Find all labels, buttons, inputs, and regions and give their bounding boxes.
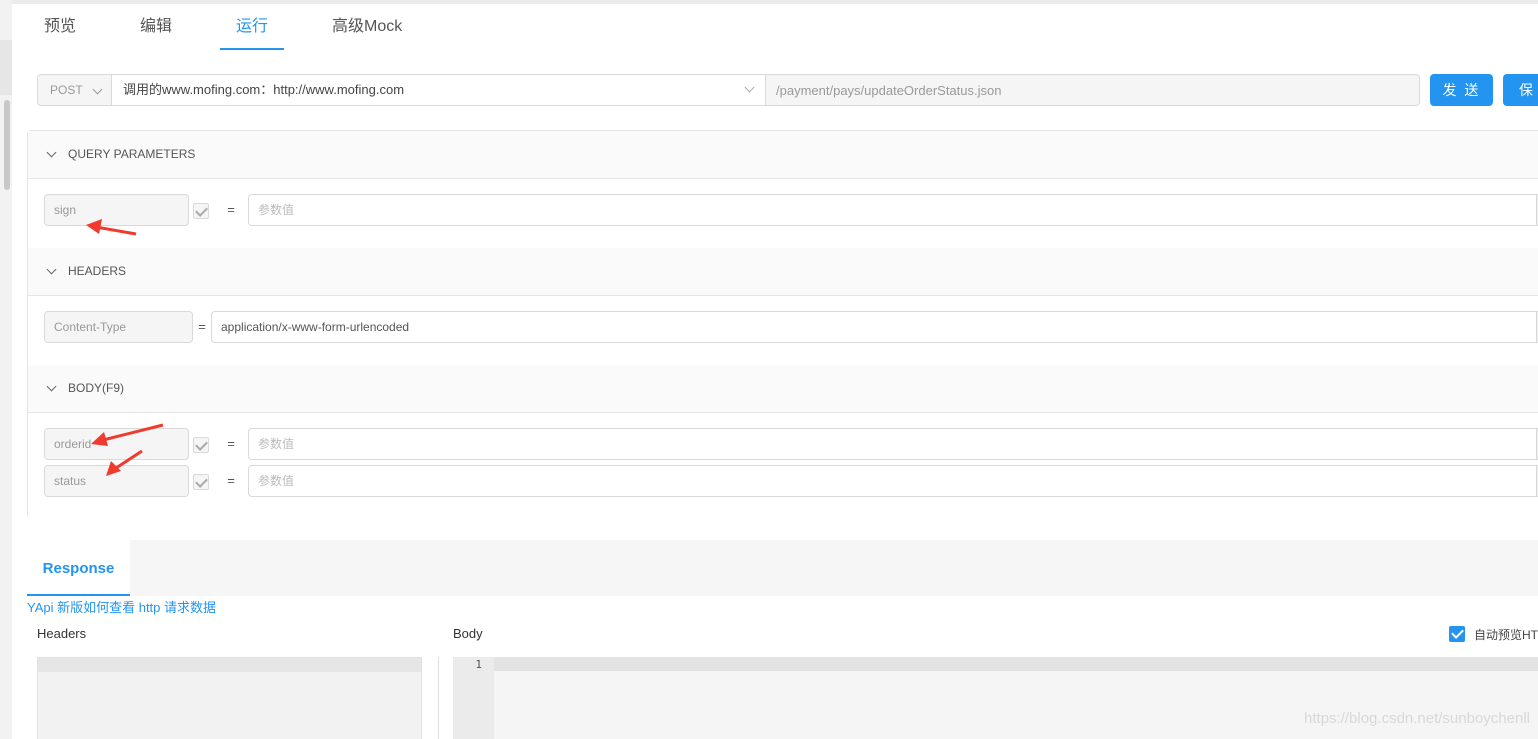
annotation-arrow-sign: [86, 219, 137, 236]
watermark: https://blog.csdn.net/sunboychenll: [1304, 710, 1530, 727]
auto-preview-label: 自动预览HTML: [1474, 628, 1538, 642]
auto-preview-checkbox[interactable]: [1449, 626, 1465, 642]
response-headers-editor[interactable]: [37, 657, 422, 739]
line-number: 1: [475, 658, 482, 671]
response-tab-bar: Response: [27, 540, 1538, 596]
response-headers-label: Headers: [37, 626, 87, 641]
annotation-arrow-orderid: [91, 423, 164, 446]
editor-active-line: [38, 658, 421, 672]
split-divider[interactable]: [438, 657, 439, 739]
response-body-label: Body: [453, 626, 483, 641]
annotation-arrow-status: [106, 449, 143, 476]
line-number-gutter: 1: [453, 657, 494, 739]
help-link[interactable]: YApi 新版如何查看 http 请求数据: [27, 597, 216, 616]
tab-response[interactable]: Response: [27, 540, 130, 596]
editor-active-line: [494, 657, 1538, 671]
annotation-arrows: [86, 219, 164, 476]
